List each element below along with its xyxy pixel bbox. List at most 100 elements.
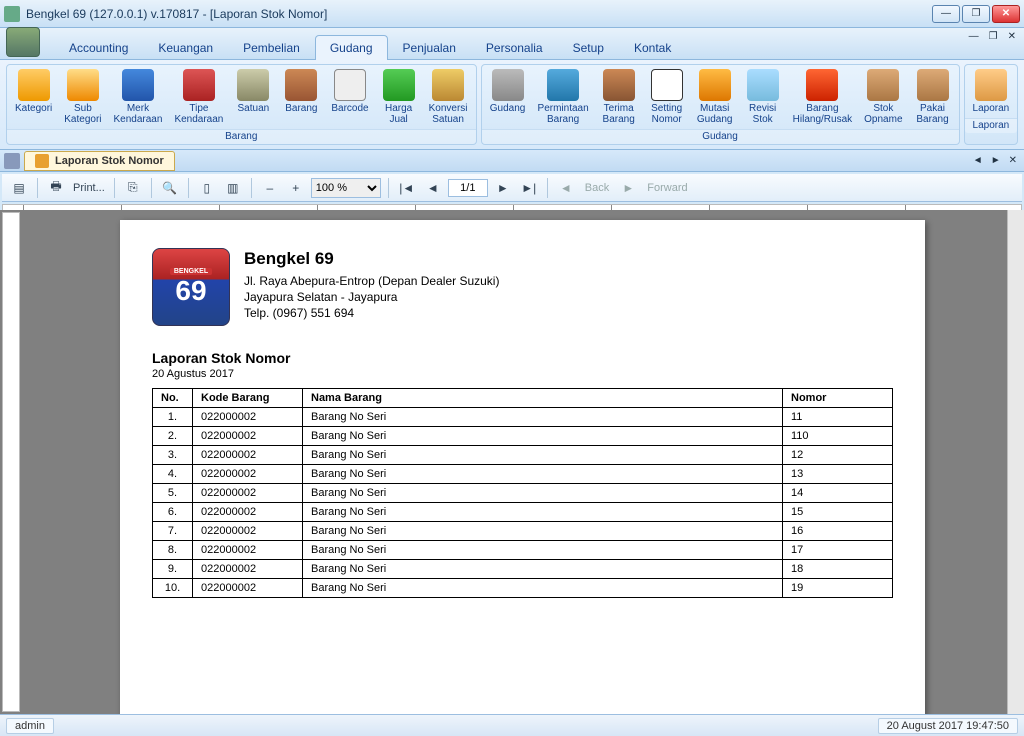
toc-icon[interactable]: ▤: [8, 177, 30, 199]
zoom-out-icon[interactable]: –: [259, 177, 281, 199]
company-logo: BENGKEL69: [152, 248, 230, 326]
tab-close-button[interactable]: ✕: [1006, 154, 1020, 167]
status-user: admin: [6, 718, 54, 734]
ribbon-icon: [237, 69, 269, 101]
ribbon-label: Barcode: [331, 103, 368, 114]
menu-tab-personalia[interactable]: Personalia: [471, 35, 558, 60]
ribbon-konversi-satuan[interactable]: Konversi Satuan: [423, 67, 474, 127]
report-toolbar: ▤ 🖶 Print... ⎘ 🔍 ▯ ▥ – + 100 % |◄ ◄ ► ►|…: [2, 174, 1022, 202]
column-header: Nomor: [783, 389, 893, 408]
ribbon-terima-barang[interactable]: Terima Barang: [595, 67, 643, 127]
ribbon-icon: [603, 69, 635, 101]
report-viewport: BENGKEL69 Bengkel 69 Jl. Raya Abepura-En…: [0, 210, 1024, 714]
menu-tab-pembelian[interactable]: Pembelian: [228, 35, 315, 60]
single-page-icon[interactable]: ▯: [196, 177, 218, 199]
document-icon: [35, 154, 49, 168]
menu-tab-accounting[interactable]: Accounting: [54, 35, 143, 60]
ribbon-revisi-stok[interactable]: Revisi Stok: [739, 67, 787, 127]
menu-tab-keuangan[interactable]: Keuangan: [143, 35, 228, 60]
zoom-select[interactable]: 100 %: [311, 178, 381, 198]
ribbon-icon: [747, 69, 779, 101]
menu-tab-kontak[interactable]: Kontak: [619, 35, 686, 60]
report-page: BENGKEL69 Bengkel 69 Jl. Raya Abepura-En…: [120, 220, 925, 714]
document-tab[interactable]: Laporan Stok Nomor: [24, 151, 175, 171]
menu-tabs: AccountingKeuanganPembelianGudangPenjual…: [54, 28, 686, 59]
mdi-minimize-button[interactable]: —: [965, 30, 983, 43]
ribbon-group-laporan: LaporanLaporan: [964, 64, 1019, 145]
tab-prev-button[interactable]: ◄: [970, 154, 986, 167]
copy-icon[interactable]: ⎘: [122, 177, 144, 199]
first-page-icon[interactable]: |◄: [396, 177, 418, 199]
ribbon-icon: [917, 69, 949, 101]
forward-label: Forward: [643, 182, 691, 194]
print-icon[interactable]: 🖶: [45, 177, 67, 199]
page-input[interactable]: [448, 179, 488, 197]
ribbon-label: Tipe Kendaraan: [174, 103, 223, 125]
app-icon: [4, 6, 20, 22]
find-icon[interactable]: 🔍: [159, 177, 181, 199]
multi-page-icon[interactable]: ▥: [222, 177, 244, 199]
column-header: Kode Barang: [193, 389, 303, 408]
ribbon-barang[interactable]: Barang: [277, 67, 325, 127]
ribbon-setting-nomor[interactable]: Setting Nomor: [643, 67, 691, 127]
tab-next-button[interactable]: ►: [988, 154, 1004, 167]
back-icon[interactable]: ◄: [555, 177, 577, 199]
ribbon-permintaan-barang[interactable]: Permintaan Barang: [532, 67, 595, 127]
mdi-restore-button[interactable]: ❐: [985, 30, 1002, 43]
ribbon-label: Stok Opname: [864, 103, 902, 125]
ribbon-stok-opname[interactable]: Stok Opname: [858, 67, 908, 127]
ribbon-label: Merk Kendaraan: [114, 103, 163, 125]
print-label[interactable]: Print...: [71, 182, 107, 194]
last-page-icon[interactable]: ►|: [518, 177, 540, 199]
window-title: Bengkel 69 (127.0.0.1) v.170817 - [Lapor…: [26, 7, 932, 21]
ribbon-icon: [383, 69, 415, 101]
ribbon-label: Barang Hilang/Rusak: [793, 103, 852, 125]
ribbon-label: Permintaan Barang: [538, 103, 589, 125]
tab-list-icon[interactable]: [4, 153, 20, 169]
vertical-scrollbar[interactable]: [1007, 210, 1024, 714]
ribbon-icon: [975, 69, 1007, 101]
ribbon-icon: [122, 69, 154, 101]
ribbon-tipe-kendaraan[interactable]: Tipe Kendaraan: [168, 67, 229, 127]
ribbon-label: Satuan: [238, 103, 270, 114]
menu-tab-penjualan[interactable]: Penjualan: [388, 35, 471, 60]
forward-icon[interactable]: ►: [617, 177, 639, 199]
ribbon-group-label: Barang: [7, 129, 476, 144]
report-scroll[interactable]: BENGKEL69 Bengkel 69 Jl. Raya Abepura-En…: [20, 210, 1007, 714]
maximize-button[interactable]: ❐: [962, 5, 990, 23]
ribbon-merk-kendaraan[interactable]: Merk Kendaraan: [108, 67, 169, 127]
zoom-in-icon[interactable]: +: [285, 177, 307, 199]
ribbon-satuan[interactable]: Satuan: [229, 67, 277, 127]
ribbon-icon: [492, 69, 524, 101]
mdi-close-button[interactable]: ✕: [1004, 30, 1020, 43]
ribbon-mutasi-gudang[interactable]: Mutasi Gudang: [691, 67, 739, 127]
ribbon-icon: [651, 69, 683, 101]
company-address-2: Jayapura Selatan - Jayapura: [244, 289, 499, 305]
ribbon-label: Konversi Satuan: [429, 103, 468, 125]
menu-tab-gudang[interactable]: Gudang: [315, 35, 388, 60]
ribbon-group-gudang: Gudang Permintaan Barang Terima BarangSett…: [481, 64, 960, 145]
table-row: 10.022000002Barang No Seri19: [153, 579, 893, 598]
ribbon-label: Kategori: [15, 103, 52, 114]
column-header: No.: [153, 389, 193, 408]
ribbon-gudang[interactable]: Gudang: [484, 67, 532, 127]
table-row: 8.022000002Barang No Seri17: [153, 541, 893, 560]
ribbon-pakai-barang[interactable]: Pakai Barang: [909, 67, 957, 127]
ribbon-barang-hilang-rusak[interactable]: Barang Hilang/Rusak: [787, 67, 858, 127]
menu-tab-setup[interactable]: Setup: [558, 35, 619, 60]
ribbon-label: Sub Kategori: [64, 103, 101, 125]
close-button[interactable]: ✕: [992, 5, 1020, 23]
ribbon-sub-kategori[interactable]: Sub Kategori: [58, 67, 107, 127]
window-titlebar: Bengkel 69 (127.0.0.1) v.170817 - [Lapor…: [0, 0, 1024, 28]
ribbon-barcode[interactable]: Barcode: [325, 67, 374, 127]
ribbon-harga-jual[interactable]: Harga Jual: [375, 67, 423, 127]
ribbon: Kategori Sub Kategori Merk Kendaraan Tipe K…: [0, 60, 1024, 150]
ribbon-laporan[interactable]: Laporan: [967, 67, 1016, 116]
prev-page-icon[interactable]: ◄: [422, 177, 444, 199]
minimize-button[interactable]: —: [932, 5, 960, 23]
ribbon-label: Pakai Barang: [916, 103, 948, 125]
next-page-icon[interactable]: ►: [492, 177, 514, 199]
ribbon-kategori[interactable]: Kategori: [9, 67, 58, 127]
back-label: Back: [581, 182, 613, 194]
ribbon-group-label: Gudang: [482, 129, 959, 144]
